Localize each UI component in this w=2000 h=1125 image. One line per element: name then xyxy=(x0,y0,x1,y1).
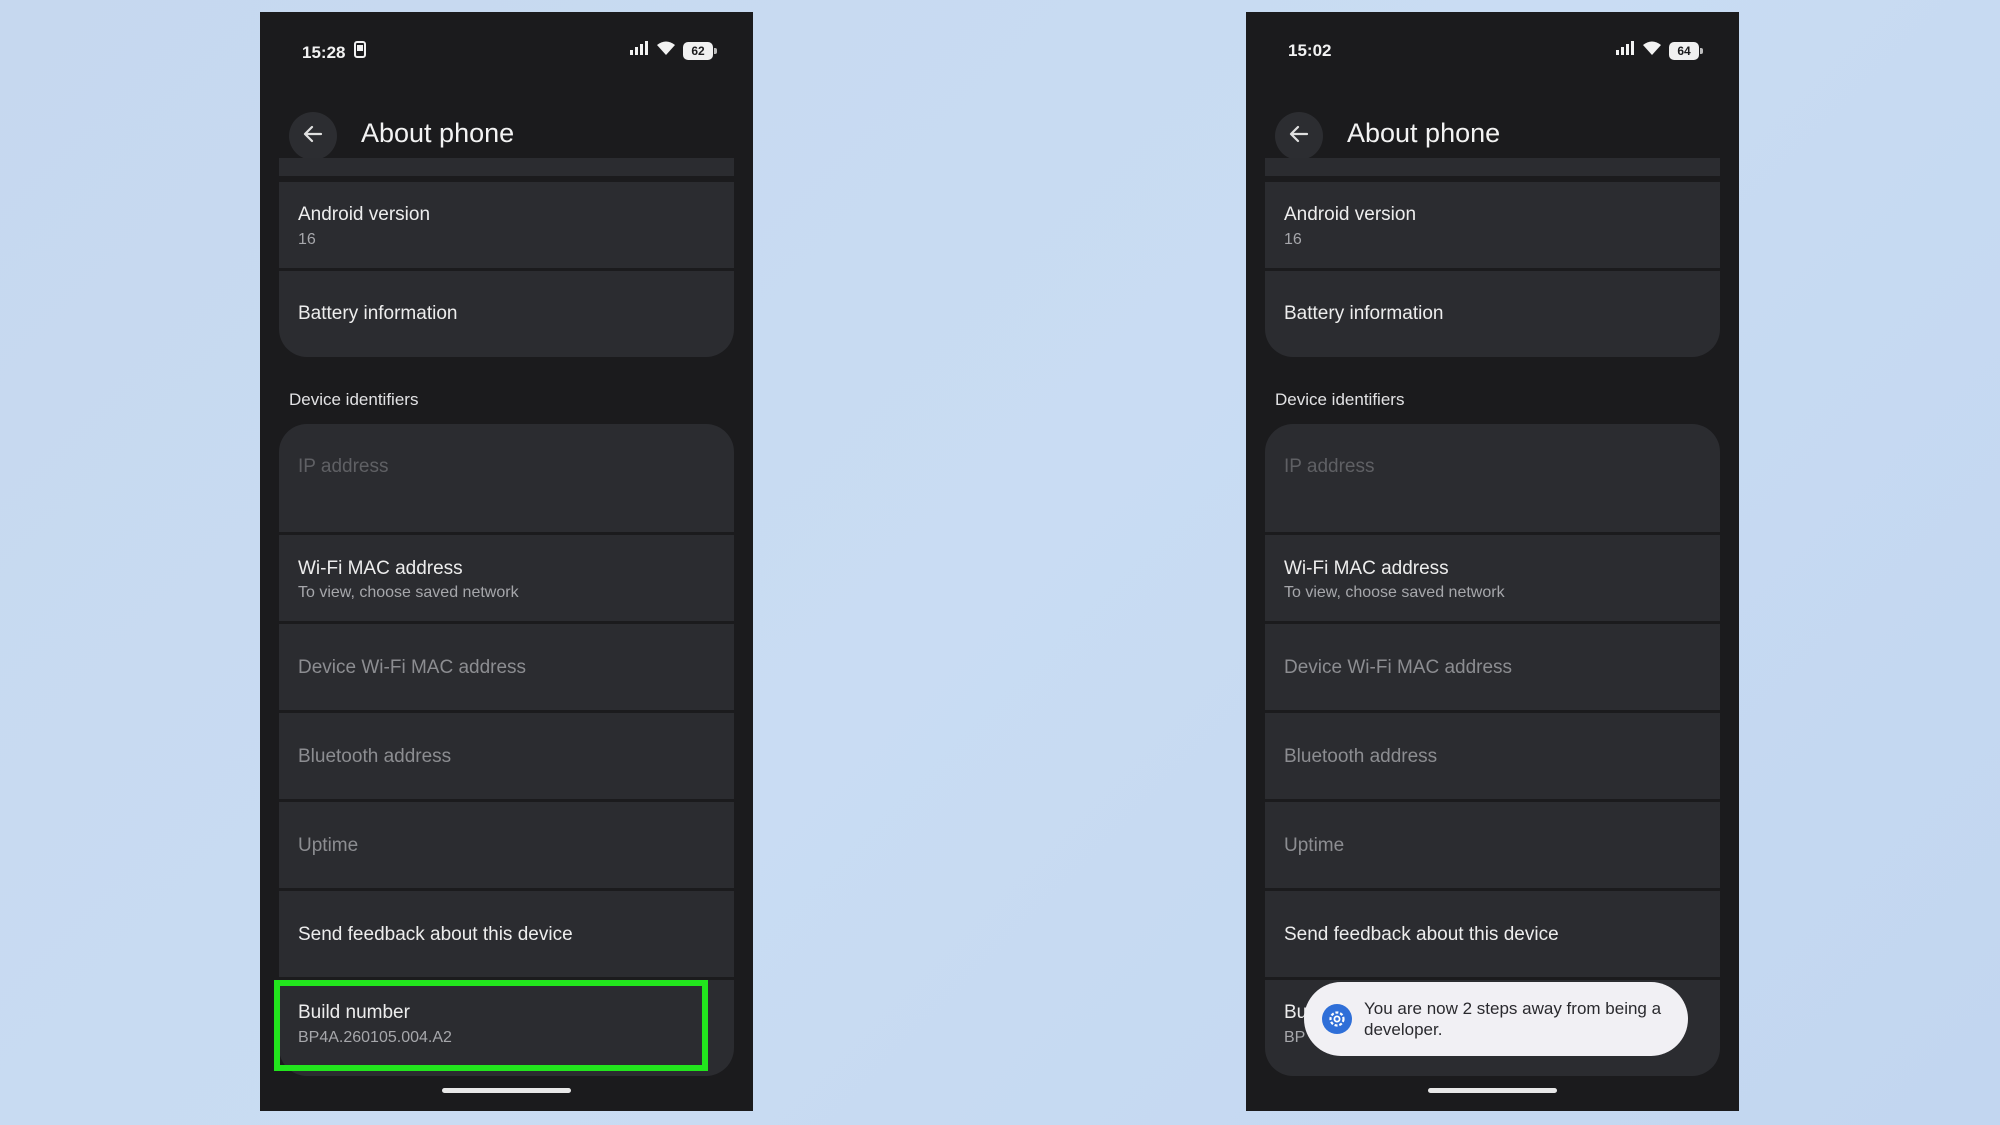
battery-information-item[interactable]: Battery information xyxy=(1265,271,1720,357)
ip-address-item: IP address xyxy=(279,424,734,532)
status-time: 15:02 xyxy=(1288,41,1332,60)
item-value: To view, choose saved network xyxy=(1284,584,1505,601)
send-feedback-item[interactable]: Send feedback about this device xyxy=(279,891,734,977)
developer-toast: You are now 2 steps away from being a de… xyxy=(1304,982,1688,1056)
page-title: About phone xyxy=(1347,118,1501,148)
previous-list-item[interactable] xyxy=(279,158,734,176)
device-wifi-mac-item: Device Wi-Fi MAC address xyxy=(279,624,734,710)
item-title: Battery information xyxy=(1284,303,1444,324)
highlight-box xyxy=(274,980,708,1071)
previous-list-item[interactable] xyxy=(1265,158,1720,176)
item-title: Device Wi-Fi MAC address xyxy=(298,657,527,678)
status-time: 15:28 xyxy=(302,42,346,62)
phone-screen-icon xyxy=(353,41,369,64)
wifi-icon xyxy=(656,40,676,61)
back-button[interactable] xyxy=(1275,112,1323,160)
item-value: 16 xyxy=(298,231,316,248)
item-value: 16 xyxy=(1284,231,1302,248)
home-indicator[interactable] xyxy=(1428,1088,1557,1093)
battery-indicator: 64 xyxy=(1669,41,1703,60)
item-value: BP xyxy=(1284,1029,1306,1046)
back-button[interactable] xyxy=(289,112,337,160)
uptime-item: Uptime xyxy=(279,802,734,888)
bluetooth-address-item: Bluetooth address xyxy=(279,713,734,799)
item-title: Bluetooth address xyxy=(1284,746,1438,767)
item-title: Send feedback about this device xyxy=(1284,924,1559,945)
send-feedback-item[interactable]: Send feedback about this device xyxy=(1265,891,1720,977)
item-title: Android version xyxy=(298,204,431,225)
android-version-item[interactable]: Android version 16 xyxy=(279,182,734,268)
page-title: About phone xyxy=(361,118,515,148)
phone-screen-left: 15:28 62 About phone Android version 16 xyxy=(260,12,753,1111)
uptime-item: Uptime xyxy=(1265,802,1720,888)
item-title: Device Wi-Fi MAC address xyxy=(1284,657,1513,678)
arrow-left-icon xyxy=(302,123,324,150)
section-header-device-identifiers: Device identifiers xyxy=(289,390,419,409)
toast-message: You are now 2 steps away from being a de… xyxy=(1364,999,1662,1039)
phone-screen-right: 15:02 64 About phone Android version 16 … xyxy=(1246,12,1739,1111)
signal-bars-icon xyxy=(1615,40,1635,61)
arrow-left-icon xyxy=(1288,123,1310,150)
wifi-mac-address-item[interactable]: Wi-Fi MAC address To view, choose saved … xyxy=(279,535,734,621)
item-title: Bluetooth address xyxy=(298,746,452,767)
item-title: Android version xyxy=(1284,204,1417,225)
item-title: Wi-Fi MAC address xyxy=(1284,558,1449,579)
wifi-icon xyxy=(1642,40,1662,61)
battery-information-item[interactable]: Battery information xyxy=(279,271,734,357)
settings-gear-icon xyxy=(1322,1004,1352,1034)
status-bar: 15:02 64 xyxy=(1246,38,1739,66)
item-title: Uptime xyxy=(298,835,359,856)
item-title: Wi-Fi MAC address xyxy=(298,558,463,579)
battery-indicator: 62 xyxy=(683,41,717,60)
signal-bars-icon xyxy=(629,40,649,61)
ip-address-item: IP address xyxy=(1265,424,1720,532)
android-version-item[interactable]: Android version 16 xyxy=(1265,182,1720,268)
item-title: Send feedback about this device xyxy=(298,924,573,945)
status-bar: 15:28 62 xyxy=(260,38,753,66)
item-title: Battery information xyxy=(298,303,458,324)
device-wifi-mac-item: Device Wi-Fi MAC address xyxy=(1265,624,1720,710)
bluetooth-address-item: Bluetooth address xyxy=(1265,713,1720,799)
item-title: IP address xyxy=(298,456,389,477)
item-title: Uptime xyxy=(1284,835,1345,856)
home-indicator[interactable] xyxy=(442,1088,571,1093)
wifi-mac-address-item[interactable]: Wi-Fi MAC address To view, choose saved … xyxy=(1265,535,1720,621)
item-value: To view, choose saved network xyxy=(298,584,519,601)
item-title: IP address xyxy=(1284,456,1375,477)
section-header-device-identifiers: Device identifiers xyxy=(1275,390,1405,409)
